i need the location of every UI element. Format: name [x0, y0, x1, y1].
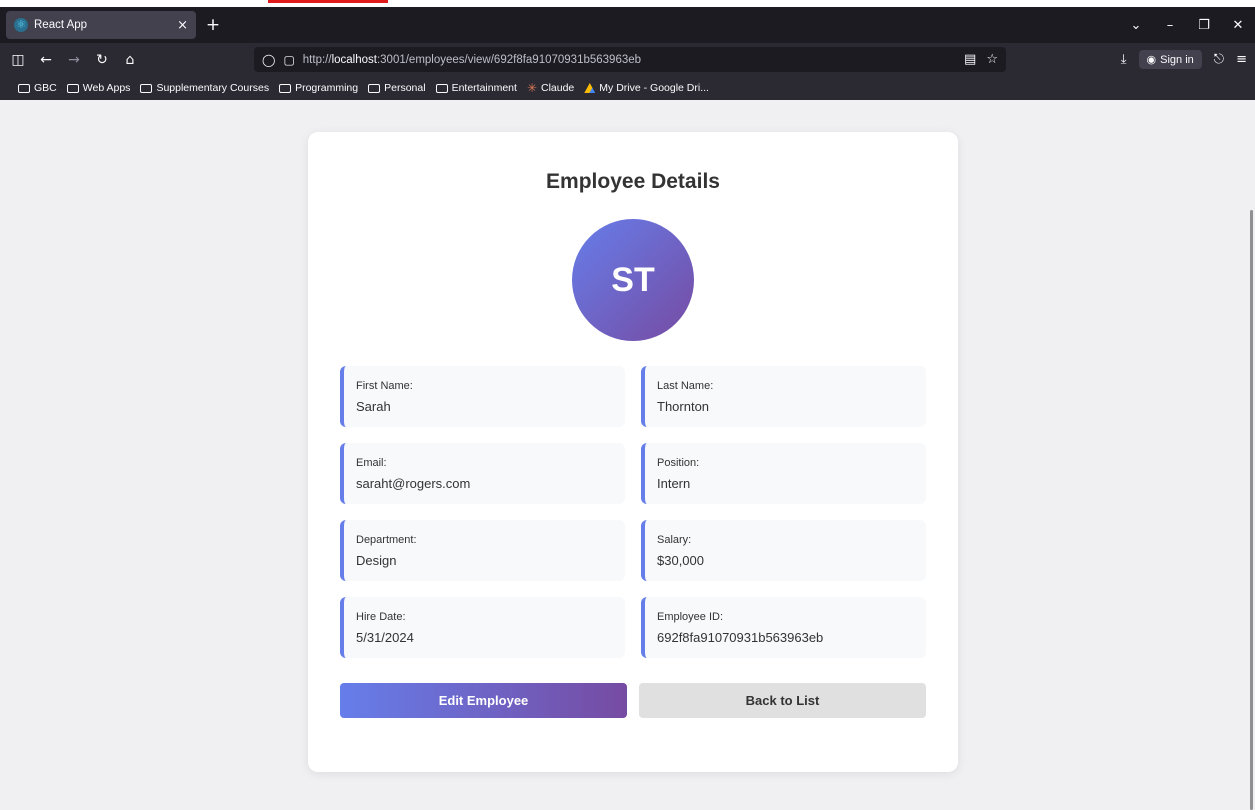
sign-in-button[interactable]: ◉ Sign in [1138, 50, 1202, 69]
top-strip [0, 0, 1255, 7]
employee-details-card: Employee Details ST First Name: Sarah La… [308, 132, 958, 772]
menu-icon[interactable]: ≡ [1236, 52, 1247, 67]
edit-employee-button[interactable]: Edit Employee [340, 683, 627, 718]
folder-icon [279, 83, 292, 93]
claude-icon: ✳ [526, 81, 537, 95]
forward-arrow-icon[interactable]: → [60, 52, 88, 68]
field-employee-id: Employee ID: 692f8fa91070931b563963eb [641, 597, 926, 658]
google-drive-icon [584, 83, 596, 93]
avatar: ST [572, 219, 694, 341]
tab-close-icon[interactable]: × [177, 18, 188, 33]
bookmark-my-drive[interactable]: My Drive - Google Dri... [584, 82, 709, 94]
navigation-bar: ◫ ← → ↻ ⌂ ◯ ▢ http://localhost:3001/empl… [0, 43, 1255, 76]
bookmark-label: Supplementary Courses [156, 82, 270, 94]
bookmarks-bar: GBC Web Apps Supplementary Courses Progr… [0, 76, 1255, 100]
url-bar[interactable]: ◯ ▢ http://localhost:3001/employees/view… [254, 47, 1006, 72]
toolbar-right: ⤓ ◉ Sign in ⎋ ≡ [1121, 43, 1247, 76]
restore-icon[interactable]: ❐ [1187, 18, 1221, 33]
tab-list-chevron-icon[interactable]: ⌄ [1119, 18, 1153, 33]
bookmark-web-apps[interactable]: Web Apps [66, 82, 131, 94]
field-label: Salary: [657, 534, 692, 546]
field-value: Intern [657, 476, 691, 491]
field-salary: Salary: $30,000 [641, 520, 926, 581]
bookmark-star-icon[interactable]: ☆ [986, 52, 998, 67]
field-last-name: Last Name: Thornton [641, 366, 926, 427]
bookmark-programming[interactable]: Programming [279, 82, 358, 94]
bookmark-personal[interactable]: Personal [368, 82, 426, 94]
bookmark-label: Personal [384, 82, 426, 94]
tab-bar: ⚛ React App × + ⌄ – ❐ ✕ [0, 7, 1255, 43]
react-favicon-icon: ⚛ [14, 18, 28, 32]
bookmark-label: Programming [295, 82, 359, 94]
field-value: $30,000 [657, 553, 704, 568]
field-value: Thornton [657, 399, 710, 414]
window-controls: ⌄ – ❐ ✕ [1119, 7, 1255, 43]
bookmark-label: GBC [34, 82, 57, 94]
bookmark-label: Entertainment [451, 82, 517, 94]
url-text[interactable]: http://localhost:3001/employees/view/692… [303, 54, 641, 66]
red-mark [268, 0, 388, 3]
minimize-icon[interactable]: – [1153, 18, 1187, 33]
folder-icon [18, 83, 30, 93]
bookmark-gbc[interactable]: GBC [18, 82, 57, 94]
extensions-icon[interactable]: ⎋ [1214, 52, 1224, 67]
home-icon[interactable]: ⌂ [116, 52, 144, 68]
field-value: Sarah [356, 399, 391, 414]
field-label: Email: [356, 457, 387, 469]
account-icon: ◉ [1146, 54, 1157, 66]
url-prefix: http:// [302, 53, 332, 66]
bookmark-supplementary-courses[interactable]: Supplementary Courses [140, 82, 269, 94]
downloads-icon[interactable]: ⤓ [1121, 52, 1127, 67]
scrollbar[interactable] [1250, 210, 1253, 810]
url-host: localhost [331, 53, 377, 66]
tab-title: React App [34, 19, 88, 31]
bookmark-label: My Drive - Google Dri... [599, 82, 709, 94]
field-label: Employee ID: [657, 611, 724, 623]
field-label: Hire Date: [356, 611, 406, 623]
reload-icon[interactable]: ↻ [88, 52, 116, 68]
url-path: :3001/employees/view/692f8fa91070931b563… [376, 53, 642, 66]
folder-icon [368, 83, 381, 93]
field-value: 692f8fa91070931b563963eb [657, 630, 824, 645]
field-hire-date: Hire Date: 5/31/2024 [340, 597, 625, 658]
page-title: Employee Details [546, 170, 720, 193]
new-tab-button[interactable]: + [201, 13, 225, 37]
url-actions: ▤ ☆ [964, 47, 998, 72]
field-value: Design [356, 553, 397, 568]
field-label: First Name: [356, 380, 413, 392]
close-window-icon[interactable]: ✕ [1221, 18, 1255, 33]
folder-icon [140, 83, 153, 93]
reader-view-icon[interactable]: ▤ [964, 52, 976, 67]
folder-icon [435, 83, 448, 93]
field-position: Position: Intern [641, 443, 926, 504]
field-first-name: First Name: Sarah [340, 366, 625, 427]
shield-icon[interactable]: ◯ [262, 53, 275, 67]
page-viewport: Employee Details ST First Name: Sarah La… [0, 100, 1255, 810]
sidebar-icon[interactable]: ◫ [4, 52, 32, 68]
back-arrow-icon[interactable]: ← [32, 52, 60, 68]
field-value: saraht@rogers.com [356, 476, 471, 491]
folder-icon [66, 83, 79, 93]
field-department: Department: Design [340, 520, 625, 581]
field-label: Position: [657, 457, 700, 469]
field-value: 5/31/2024 [356, 630, 414, 645]
sign-in-label: Sign in [1160, 53, 1194, 66]
bookmark-entertainment[interactable]: Entertainment [435, 82, 517, 94]
page-icon: ▢ [283, 52, 295, 67]
field-label: Last Name: [657, 380, 714, 392]
tab-react-app[interactable]: ⚛ React App × [6, 11, 196, 39]
field-email: Email: saraht@rogers.com [340, 443, 625, 504]
bookmark-label: Claude [541, 82, 575, 94]
back-to-list-button[interactable]: Back to List [639, 683, 926, 718]
bookmark-label: Web Apps [82, 82, 131, 94]
bookmark-claude[interactable]: ✳ Claude [527, 81, 574, 95]
field-label: Department: [356, 534, 417, 546]
